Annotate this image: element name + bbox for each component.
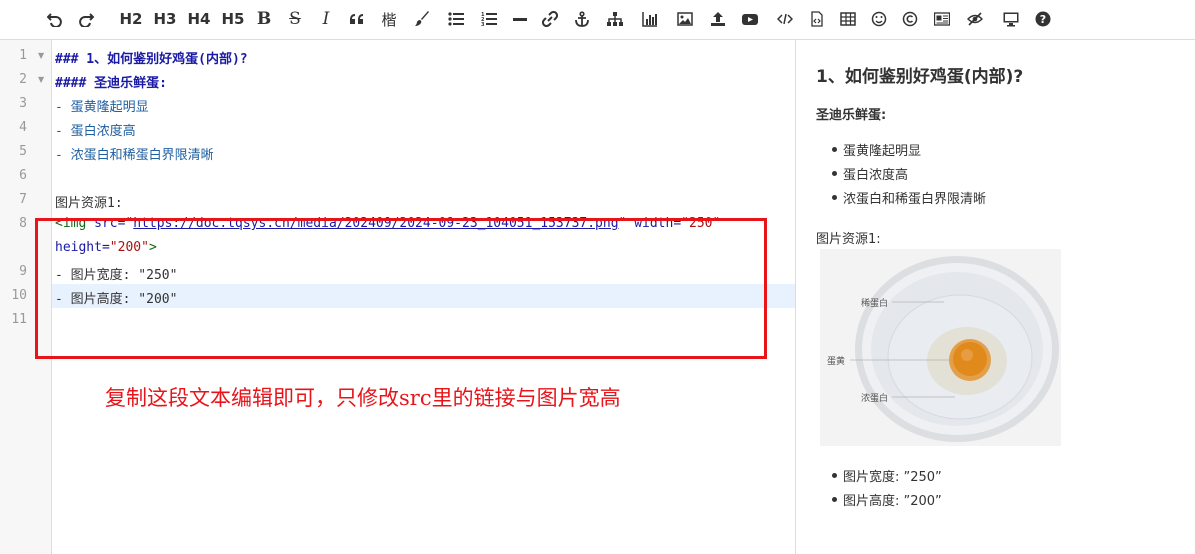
italic-icon[interactable]: I <box>318 8 334 30</box>
unordered-list-icon[interactable] <box>447 8 465 30</box>
preview-heading-3: 1、如何鉴别好鸡蛋(内部)? <box>816 67 1024 87</box>
line-number: 4 <box>19 120 27 135</box>
preview-heading-4: 圣迪乐鲜蛋: <box>816 108 887 123</box>
editor-toolbar: H2 H3 H4 H5 B S I 楷 123 ? <box>0 0 1195 40</box>
fold-arrow-icon[interactable]: ▼ <box>38 75 44 84</box>
redo-icon[interactable] <box>77 8 95 30</box>
line-number: 5 <box>19 144 27 159</box>
preview-list-item: 图片高度: ”200” <box>832 490 942 509</box>
line-number: 10 <box>11 288 27 303</box>
markdown-preview: 1、如何鉴别好鸡蛋(内部)? 圣迪乐鲜蛋: 蛋黄隆起明显 蛋白浓度高 浓蛋白和稀… <box>796 40 1195 554</box>
line-number: 1 <box>19 48 27 63</box>
bold-icon[interactable]: B <box>256 8 272 30</box>
egg-label-yolk: 蛋黄 <box>827 357 846 367</box>
code-line-3[interactable]: - 蛋黄隆起明显 <box>55 96 149 115</box>
highlight-box <box>35 218 767 359</box>
preview-icon[interactable] <box>1001 8 1021 30</box>
line-number: 8 <box>19 216 27 231</box>
line-number: 11 <box>11 312 27 327</box>
preview-list-item: 蛋白浓度高 <box>831 164 908 183</box>
line-number: 3 <box>19 96 27 111</box>
annotation-text: 复制这段文本编辑即可，只修改src里的链接与图片宽高 <box>105 386 621 410</box>
font-icon[interactable]: 楷 <box>379 8 399 30</box>
undo-icon[interactable] <box>46 8 64 30</box>
line-number: 6 <box>19 168 27 183</box>
bar-chart-icon[interactable] <box>640 8 660 30</box>
h3-button[interactable]: H3 <box>152 8 178 30</box>
table-icon[interactable] <box>839 8 857 30</box>
h4-button[interactable]: H4 <box>186 8 212 30</box>
code-icon[interactable] <box>775 8 795 30</box>
h5-button[interactable]: H5 <box>220 8 246 30</box>
emoji-icon[interactable] <box>870 8 888 30</box>
code-line-1[interactable]: ### 1、如何鉴别好鸡蛋(内部)? <box>55 48 248 67</box>
brush-icon[interactable] <box>413 8 431 30</box>
egg-image: 稀蛋白 蛋黄 浓蛋白 <box>820 249 1061 446</box>
markdown-editor[interactable]: 1 ▼ 2 ▼ 3 4 5 6 7 8 9 10 11 ### 1、如何鉴别好鸡… <box>0 40 796 554</box>
quote-icon[interactable] <box>348 8 366 30</box>
preview-image-caption: 图片资源1: <box>816 232 881 247</box>
preview-list-item: 蛋黄隆起明显 <box>831 140 921 159</box>
help-icon[interactable]: ? <box>1034 8 1052 30</box>
fold-arrow-icon[interactable]: ▼ <box>38 51 44 60</box>
egg-label-thick-white: 浓蛋白 <box>861 394 889 404</box>
svg-text:3: 3 <box>481 22 485 27</box>
link-icon[interactable] <box>541 8 559 30</box>
line-number: 2 <box>19 72 27 87</box>
h2-button[interactable]: H2 <box>118 8 144 30</box>
upload-icon[interactable] <box>709 8 727 30</box>
preview-list-item: 浓蛋白和稀蛋白界限清晰 <box>831 188 986 207</box>
anchor-icon[interactable] <box>573 8 591 30</box>
video-icon[interactable] <box>741 8 759 30</box>
image-icon[interactable] <box>676 8 694 30</box>
line-number: 9 <box>19 264 27 279</box>
ordered-list-icon[interactable]: 123 <box>480 8 498 30</box>
code-file-icon[interactable] <box>808 8 826 30</box>
horizontal-rule-icon[interactable] <box>511 8 529 30</box>
strikethrough-icon[interactable]: S <box>287 8 303 30</box>
sitemap-icon[interactable] <box>606 8 624 30</box>
code-line-2[interactable]: #### 圣迪乐鲜蛋: <box>55 72 167 91</box>
preview-list-item: 图片宽度: ”250” <box>832 466 942 485</box>
egg-label-thin-white: 稀蛋白 <box>861 299 889 309</box>
html-entity-icon[interactable] <box>932 8 952 30</box>
code-line-4[interactable]: - 蛋白浓度高 <box>55 120 136 139</box>
code-line-5[interactable]: - 浓蛋白和稀蛋白界限清晰 <box>55 144 214 163</box>
copyright-icon[interactable] <box>901 8 919 30</box>
svg-text:?: ? <box>1040 13 1046 26</box>
code-line-7[interactable]: 图片资源1: <box>55 192 123 211</box>
clear-format-icon[interactable] <box>966 8 984 30</box>
line-number: 7 <box>19 192 27 207</box>
